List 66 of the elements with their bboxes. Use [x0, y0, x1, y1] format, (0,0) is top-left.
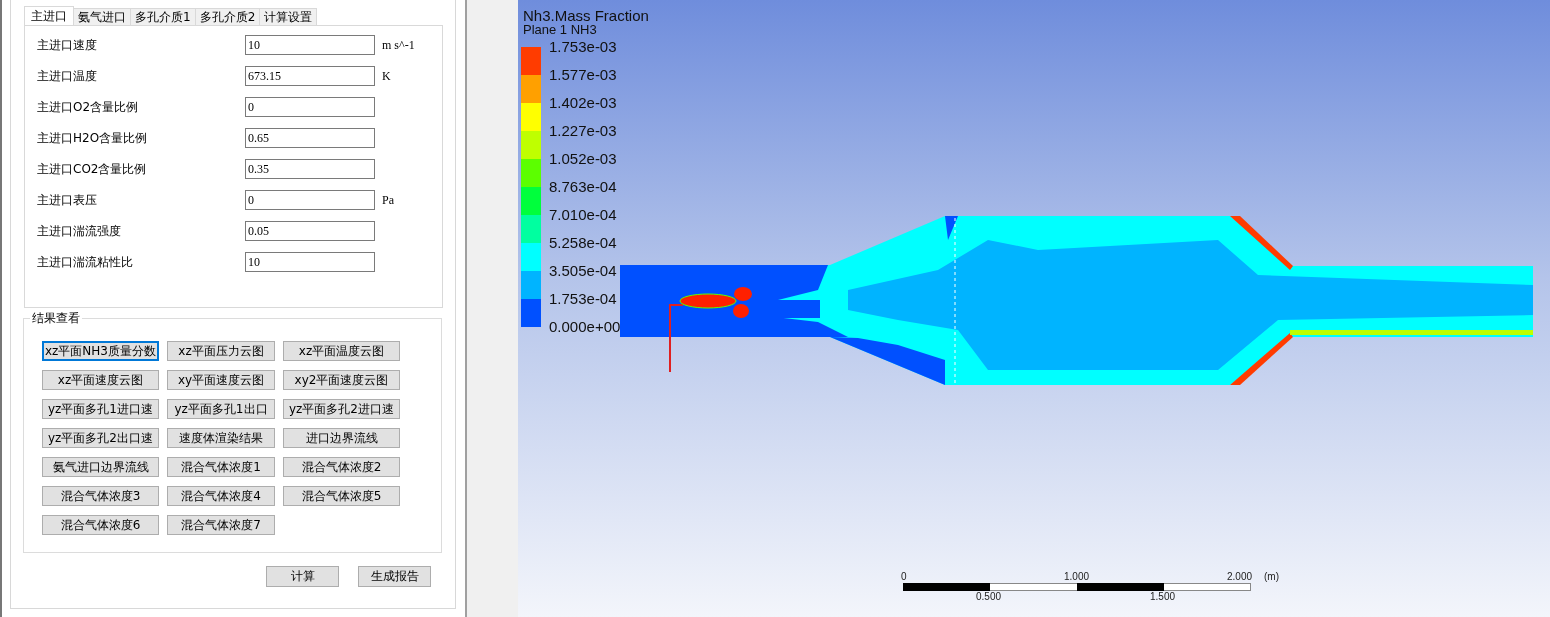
result-button[interactable]: yz平面多孔2出口速	[42, 428, 159, 448]
action-button[interactable]: 计算	[266, 566, 339, 587]
result-button[interactable]: 混合气体浓度7	[167, 515, 275, 535]
field-label: 主进口O2含量比例	[37, 98, 140, 116]
legend-value: 1.227e-03	[549, 122, 618, 141]
result-button[interactable]: xy平面速度云图	[167, 370, 275, 390]
input-field[interactable]: 10	[245, 35, 375, 55]
input-field[interactable]: 0	[245, 97, 375, 117]
result-button[interactable]: yz平面多孔2进口速	[283, 399, 400, 419]
result-button[interactable]: xz平面NH3质量分数	[42, 341, 159, 361]
tab[interactable]: 多孔介质2	[194, 8, 261, 25]
result-button[interactable]: yz平面多孔1进口速	[42, 399, 159, 419]
field-label: 主进口湍流粘性比	[37, 253, 134, 271]
result-button[interactable]: 氨气进口边界流线	[42, 457, 159, 477]
result-button[interactable]: 混合气体浓度1	[167, 457, 275, 477]
result-button[interactable]: 速度体渲染结果	[167, 428, 275, 448]
result-button[interactable]: 混合气体浓度5	[283, 486, 400, 506]
input-field[interactable]: 0.65	[245, 128, 375, 148]
unit-label: m s^-1	[382, 37, 415, 53]
scale-unit: (m)	[1264, 571, 1279, 582]
unit-label: K	[382, 68, 391, 84]
plot-subtitle: Plane 1 NH3	[523, 22, 597, 37]
tab[interactable]: 氨气进口	[73, 8, 131, 25]
legend-value: 8.763e-04	[549, 178, 618, 197]
field-label: 主进口H2O含量比例	[37, 129, 149, 147]
field-label: 主进口CO2含量比例	[37, 160, 148, 178]
unit-label: Pa	[382, 192, 394, 208]
tab[interactable]: 多孔介质1	[130, 8, 196, 25]
input-field[interactable]: 673.15	[245, 66, 375, 86]
action-button[interactable]: 生成报告	[358, 566, 431, 587]
field-label: 主进口速度	[37, 36, 98, 54]
result-button[interactable]: xy2平面速度云图	[283, 370, 400, 390]
legend-value: 3.505e-04	[549, 262, 618, 281]
tab[interactable]: 主进口	[24, 6, 74, 25]
legend-value: 5.258e-04	[549, 234, 618, 253]
field-label: 主进口表压	[37, 191, 98, 209]
result-button[interactable]: 混合气体浓度6	[42, 515, 159, 535]
legend-value: 1.753e-03	[549, 38, 618, 57]
result-button[interactable]: 进口边界流线	[283, 428, 400, 448]
input-field[interactable]: 10	[245, 252, 375, 272]
scale-label: 1.000	[1064, 571, 1090, 582]
result-button[interactable]: xz平面温度云图	[283, 341, 400, 361]
scale-label: 2.000	[1227, 571, 1253, 582]
result-button[interactable]: 混合气体浓度2	[283, 457, 400, 477]
legend-value: 1.577e-03	[549, 66, 618, 85]
field-label: 主进口湍流强度	[37, 222, 122, 240]
tab[interactable]: 计算设置	[259, 8, 318, 25]
legend-value: 1.402e-03	[549, 94, 618, 113]
legend-value: 1.052e-03	[549, 150, 618, 169]
result-button[interactable]: xz平面压力云图	[167, 341, 275, 361]
field-label: 主进口温度	[37, 67, 98, 85]
scale-label: 1.500	[1150, 591, 1176, 602]
scale-label: 0.500	[976, 591, 1002, 602]
scale-label: 0	[901, 571, 907, 582]
legend-value: 0.000e+00	[549, 318, 621, 337]
legend-value: 7.010e-04	[549, 206, 618, 225]
result-button[interactable]: yz平面多孔1出口	[167, 399, 275, 419]
input-field[interactable]: 0	[245, 190, 375, 210]
input-field[interactable]: 0.05	[245, 221, 375, 241]
input-field[interactable]: 0.35	[245, 159, 375, 179]
result-button[interactable]: 混合气体浓度4	[167, 486, 275, 506]
result-button[interactable]: xz平面速度云图	[42, 370, 159, 390]
plot-title: Nh3.Mass Fraction	[523, 7, 649, 24]
legend-value: 1.753e-04	[549, 290, 618, 309]
group-title: 结果查看	[30, 310, 82, 327]
result-button[interactable]: 混合气体浓度3	[42, 486, 159, 506]
